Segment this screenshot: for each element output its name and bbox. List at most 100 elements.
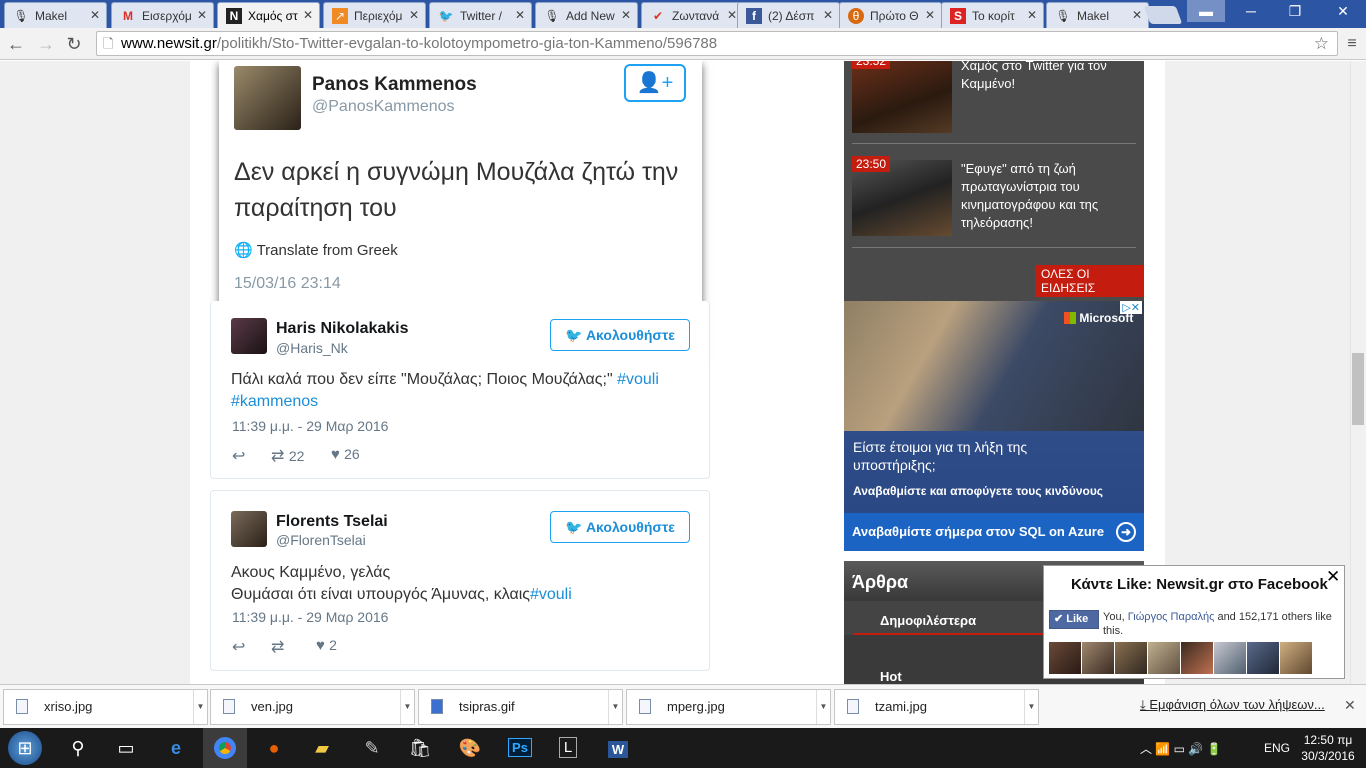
folder-icon[interactable]: ▰ [306,732,338,764]
search-icon[interactable]: ⚲ [62,732,94,764]
tab-7[interactable]: ✔ Ζωντανά ✕ [641,2,744,28]
news-headline[interactable]: Χαμός στο Twitter για τον Καμμένο! [961,61,1136,93]
avatar[interactable] [1280,642,1312,674]
download-item[interactable]: ven.jpg ▼ [210,689,415,725]
edge-icon[interactable]: e [160,732,192,764]
close-icon[interactable]: ✕ [1132,8,1142,22]
show-all-downloads-link[interactable]: ⤓ Εμφάνιση όλων των λήψεων... [1140,697,1325,713]
hashtag-link[interactable]: #kammenos [231,393,318,410]
reload-icon[interactable]: ↻ [64,34,84,54]
chevron-down-icon[interactable]: ▼ [1024,690,1038,724]
close-icon[interactable]: ✕ [727,8,737,22]
reply-icon[interactable]: ↩ [232,446,245,466]
avatar[interactable] [1082,642,1114,674]
follow-user-icon: 👤+ [624,64,686,102]
chevron-down-icon[interactable]: ▼ [816,690,830,724]
close-icon[interactable]: ✕ [925,8,935,22]
star-icon[interactable]: ☆ [1314,32,1329,55]
news-thumbnail[interactable] [852,61,952,133]
photoshop-icon[interactable]: Ps [504,732,536,764]
tab-4[interactable]: ↗ Περιεχόμ ✕ [323,2,426,28]
task-view-icon[interactable]: ▭ [110,732,142,764]
tab-hot[interactable]: Hot [880,669,902,684]
tweet-date[interactable]: 11:39 μ.μ. - 29 Μαρ 2016 [232,609,388,625]
facebook-like-button[interactable]: ✔ Like [1049,610,1099,629]
reply-icon[interactable]: ↩ [232,637,245,657]
tab-5[interactable]: 🐦 Twitter / ✕ [429,2,532,28]
close-window-button[interactable]: ✕ [1320,0,1366,22]
like-button[interactable]: ♥ 2 [316,637,337,654]
all-news-link[interactable]: ΟΛΕΣ ΟΙ ΕΙΔΗΣΕΙΣ [1035,265,1144,297]
back-icon[interactable]: ← [6,34,26,54]
new-tab-button[interactable] [1143,6,1183,24]
chevron-down-icon[interactable]: ▼ [193,690,207,724]
close-icon[interactable]: ✕ [515,8,525,22]
follow-button[interactable]: 🐦 Ακολουθήστε [550,511,690,543]
divider [852,143,1136,144]
user-icon[interactable]: ▬ [1187,0,1225,22]
image-file-icon [16,699,28,714]
word-icon[interactable]: W [602,732,634,764]
retweet-icon[interactable]: ⇄ [271,637,284,657]
tab-10[interactable]: S Το κορίτ ✕ [941,2,1044,28]
maximize-button[interactable]: ❐ [1272,0,1318,22]
clock[interactable]: 12:50 πμ 30/3/2016 [1298,732,1358,764]
friend-link[interactable]: Γιώργος Παραλής [1128,611,1215,623]
close-icon[interactable]: ✕ [621,8,631,22]
chart-icon: ↗ [332,8,348,24]
close-icon[interactable]: ✕ [197,8,207,22]
retweet-button[interactable]: ⇄ 22 [271,446,304,466]
avatar[interactable] [1115,642,1147,674]
tweet-date[interactable]: 11:39 μ.μ. - 29 Μαρ 2016 [232,418,388,434]
close-icon[interactable]: ✕ [823,8,833,22]
chrome-icon[interactable] [203,728,247,768]
close-icon[interactable]: ✕ [90,8,100,22]
close-icon[interactable]: ✕ [303,8,313,22]
scrollbar-thumb[interactable] [1352,353,1364,425]
store-icon[interactable]: 🛍 [404,732,436,764]
avatar[interactable] [1049,642,1081,674]
start-button[interactable]: ⊞ [8,731,42,765]
like-button[interactable]: ♥ 26 [331,446,360,463]
url-field[interactable]: 🗋 www.newsit.gr/politikh/Sto-Twitter-evg… [96,31,1338,56]
news-headline[interactable]: "Εφυγε" από τη ζωή πρωταγωνίστρια του κι… [961,160,1136,232]
download-item[interactable]: mperg.jpg ▼ [626,689,831,725]
tray-icons[interactable]: ︿ 📶 ▭ 🔊 🔋 [1140,740,1222,757]
ad-cta-button[interactable]: Αναβαθμίστε σήμερα στον SQL on Azure ➜ [844,513,1144,551]
tab-11[interactable]: 🎙 Makel ✕ [1046,2,1149,28]
tweet-card: Haris Nikolakakis @Haris_Nk 🐦 Ακολουθήστ… [210,301,710,479]
hashtag-link[interactable]: #vouli [617,371,659,388]
paint-icon[interactable]: ✎ [356,732,388,764]
avatar[interactable] [1214,642,1246,674]
close-downloads-button[interactable]: ✕ [1344,697,1356,714]
avatar[interactable] [1148,642,1180,674]
firefox-icon[interactable]: ● [258,732,290,764]
download-item[interactable]: tzami.jpg ▼ [834,689,1039,725]
lightroom-icon[interactable]: L [552,732,584,764]
language-indicator[interactable]: ENG [1264,741,1290,755]
tab-6[interactable]: 🎙 Add New ✕ [535,2,638,28]
tab-1[interactable]: 🎙 Makel ✕ [4,2,107,28]
palette-icon[interactable]: 🎨 [454,732,486,764]
chevron-down-icon[interactable]: ▼ [400,690,414,724]
tab-3-active[interactable]: N Χαμός στ ✕ [217,2,320,29]
advertisement[interactable]: ▷✕ Microsoft Είστε έτοιμοι για τη λήξη τ… [844,301,1144,551]
hashtag-link[interactable]: #vouli [530,586,572,603]
active-underline [854,633,1054,635]
close-icon[interactable]: ✕ [1326,567,1340,587]
tab-9[interactable]: θ Πρώτο Θ ✕ [839,2,942,28]
minimize-button[interactable]: ─ [1228,0,1274,22]
follow-button[interactable]: 🐦 Ακολουθήστε [550,319,690,351]
close-icon[interactable]: ✕ [409,8,419,22]
avatar[interactable] [1181,642,1213,674]
chevron-down-icon[interactable]: ▼ [608,690,622,724]
tab-2[interactable]: M Εισερχόμ ✕ [111,2,214,28]
tab-8[interactable]: f (2) Δέσπ ✕ [737,2,840,28]
taskbar: ⊞ ⚲ ▭ e ● ▰ ✎ 🛍 🎨 Ps L W ︿ 📶 ▭ 🔊 🔋 ENG 1… [0,728,1366,768]
download-item[interactable]: tsipras.gif ▼ [418,689,623,725]
download-item[interactable]: xriso.jpg ▼ [3,689,208,725]
close-icon[interactable]: ✕ [1027,8,1037,22]
forward-icon[interactable]: → [36,34,56,54]
avatar[interactable] [1247,642,1279,674]
menu-icon[interactable]: ≡ [1342,34,1362,54]
